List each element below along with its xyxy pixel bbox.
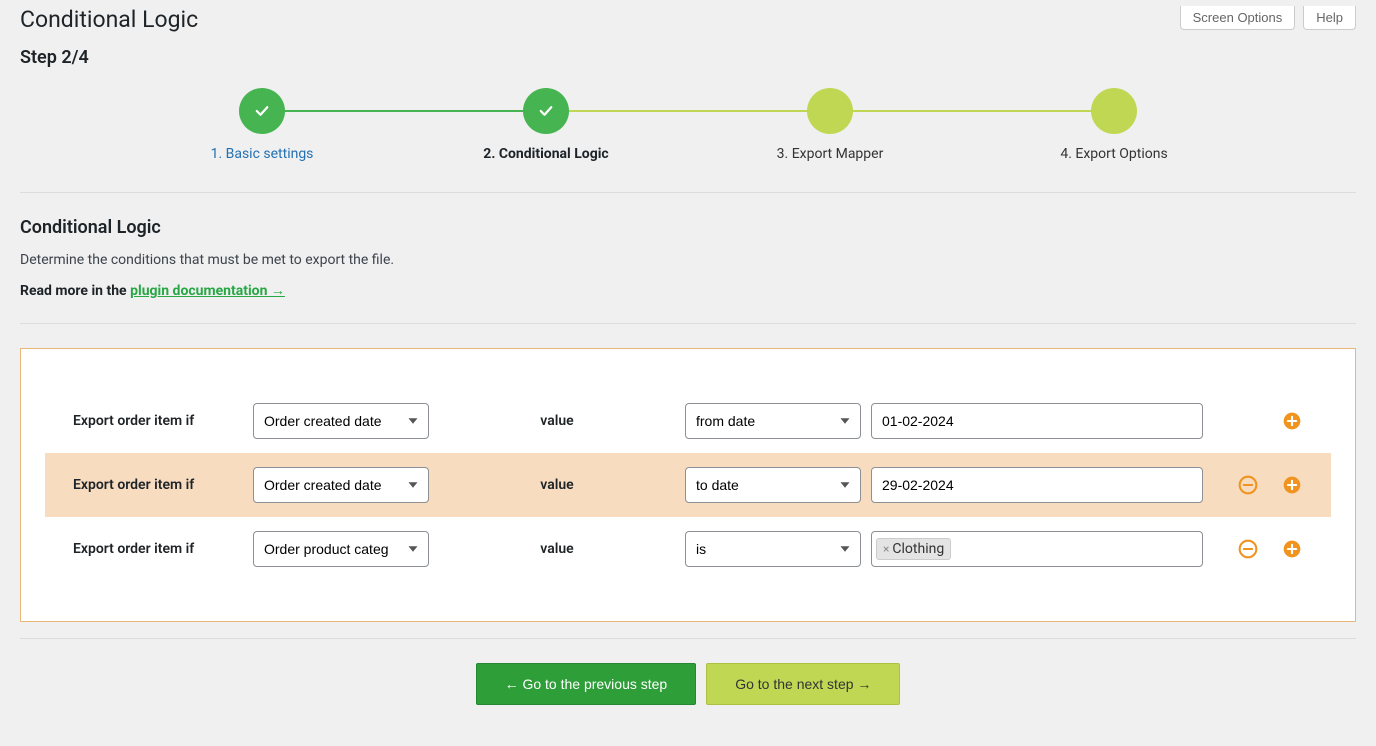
field-select[interactable]: Order created date <box>253 467 429 503</box>
add-rule-button[interactable] <box>1281 538 1303 560</box>
remove-rule-button[interactable] <box>1237 538 1259 560</box>
rule-label: Export order item if <box>73 541 243 557</box>
plus-icon <box>1282 539 1302 559</box>
remove-rule-button[interactable] <box>1237 474 1259 496</box>
plus-icon <box>1282 475 1302 495</box>
value-label: value <box>507 413 607 429</box>
operator-select[interactable]: from date <box>685 403 861 439</box>
tag-chip[interactable]: × Clothing <box>876 538 951 560</box>
step-4-label: 4. Export Options <box>1060 146 1167 162</box>
operator-select[interactable]: to date <box>685 467 861 503</box>
rule-row: Export order item if Order created date … <box>45 389 1331 453</box>
operator-select[interactable]: is <box>685 531 861 567</box>
stepper: 1. Basic settings 2. Conditional Logic 3… <box>20 88 1356 162</box>
add-rule-button[interactable] <box>1281 474 1303 496</box>
section-title: Conditional Logic <box>20 217 1356 238</box>
add-rule-button[interactable] <box>1281 410 1303 432</box>
minus-icon <box>1238 539 1258 559</box>
rule-row: Export order item if Order created date … <box>45 453 1331 517</box>
rule-row: Export order item if Order product categ… <box>45 517 1331 581</box>
step-3: 3. Export Mapper <box>688 88 972 162</box>
value-input[interactable] <box>871 403 1203 439</box>
plus-icon <box>1282 411 1302 431</box>
step-4: 4. Export Options <box>972 88 1256 162</box>
step-1[interactable]: 1. Basic settings <box>120 88 404 162</box>
value-label: value <box>507 541 607 557</box>
rule-label: Export order item if <box>73 413 243 429</box>
remove-tag-icon[interactable]: × <box>883 542 889 556</box>
page-title: Conditional Logic <box>20 6 198 33</box>
readmore: Read more in the plugin documentation → <box>20 282 1356 299</box>
step-1-label[interactable]: 1. Basic settings <box>211 146 314 162</box>
field-select[interactable]: Order product categ <box>253 531 429 567</box>
section-desc: Determine the conditions that must be me… <box>20 252 1356 268</box>
step-3-label: 3. Export Mapper <box>777 146 884 162</box>
rules-container: Export order item if Order created date … <box>20 348 1356 622</box>
help-button[interactable]: Help <box>1303 6 1356 30</box>
rule-label: Export order item if <box>73 477 243 493</box>
screen-options-button[interactable]: Screen Options <box>1180 6 1296 30</box>
prev-step-button[interactable]: ← Go to the previous step <box>476 663 697 705</box>
check-icon <box>537 102 555 120</box>
field-select[interactable]: Order created date <box>253 403 429 439</box>
value-input[interactable] <box>871 467 1203 503</box>
tag-input[interactable]: × Clothing <box>871 531 1203 567</box>
step-2-label: 2. Conditional Logic <box>483 146 608 162</box>
minus-icon <box>1238 475 1258 495</box>
step-2: 2. Conditional Logic <box>404 88 688 162</box>
value-label: value <box>507 477 607 493</box>
check-icon <box>253 102 271 120</box>
step-indicator: Step 2/4 <box>20 47 1356 68</box>
next-step-button[interactable]: Go to the next step → <box>706 663 900 705</box>
doc-link[interactable]: plugin documentation → <box>130 283 285 299</box>
